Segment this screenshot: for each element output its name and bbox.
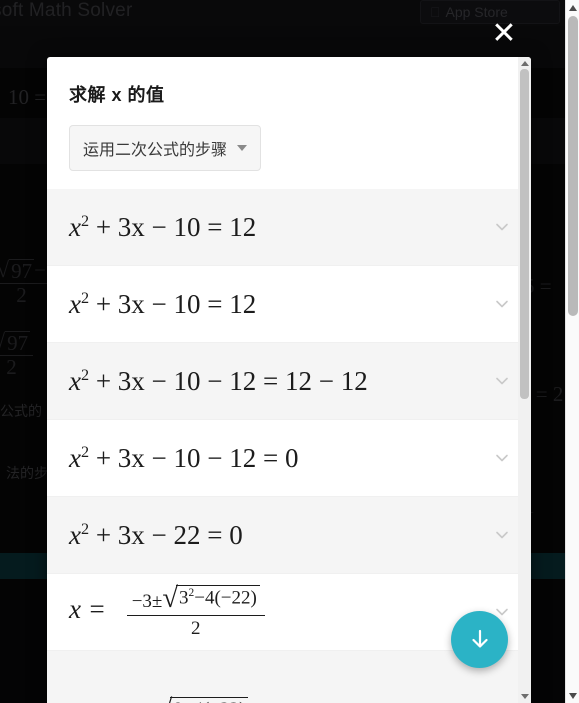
arrow-down-icon [471,629,488,648]
step-equation: x2 + 3x − 10 = 12 [69,211,257,242]
chevron-down-icon[interactable] [493,295,511,313]
chevron-down-icon[interactable] [493,449,511,467]
chevron-down-icon[interactable] [493,526,511,544]
chevron-down-icon [237,145,248,151]
method-select[interactable]: 运用二次公式的步骤 [69,125,262,171]
modal-scrollbar-thumb[interactable] [520,69,529,399]
page-scroll-up-arrow-icon[interactable] [566,0,579,15]
step-row[interactable]: x2 + 3x − 10 = 12 [47,266,531,343]
app-root: soft Math Solver  App Store 10 = √97− 2… [0,0,579,703]
step-equation: x2 + 3x − 22 = 0 [69,519,243,550]
step-row[interactable]: x2 + 3x − 10 − 12 = 12 − 12 [47,343,531,420]
page-scrollbar[interactable] [565,0,579,703]
chevron-down-icon[interactable] [493,372,511,390]
step-equation: x = −3± √ 32−4(−22) 2 [69,584,265,639]
solution-steps-modal: 求解 x 的值 运用二次公式的步骤 x2 + 3x − 10 = 12 x2 +… [47,57,531,703]
modal-scrollbar[interactable] [518,57,531,703]
scroll-down-arrow-icon[interactable] [518,690,531,703]
modal-header: 求解 x 的值 运用二次公式的步骤 [47,57,531,171]
step-row[interactable]: x2 + 3x − 22 = 0 [47,497,531,574]
step-row[interactable]: x2 + 3x − 10 = 12 [47,189,531,266]
page-title: 求解 x 的值 [69,85,165,105]
step-equation: x2 + 3x − 10 = 12 [69,288,257,319]
step-row[interactable]: x2 + 3x − 10 − 12 = 0 [47,420,531,497]
page-scrollbar-thumb[interactable] [568,16,578,316]
chevron-down-icon[interactable] [493,218,511,236]
method-select-value: 运用二次公式的步骤 [83,142,228,159]
close-icon[interactable]: ✕ [488,18,520,50]
step-equation: x2 + 3x − 10 − 12 = 12 − 12 [69,365,368,396]
scroll-to-bottom-fab[interactable] [451,611,508,668]
step-equation: −3±√9−4(−22) [121,695,253,703]
page-scroll-down-arrow-icon[interactable] [566,688,579,703]
step-equation: x2 + 3x − 10 − 12 = 0 [69,442,299,473]
